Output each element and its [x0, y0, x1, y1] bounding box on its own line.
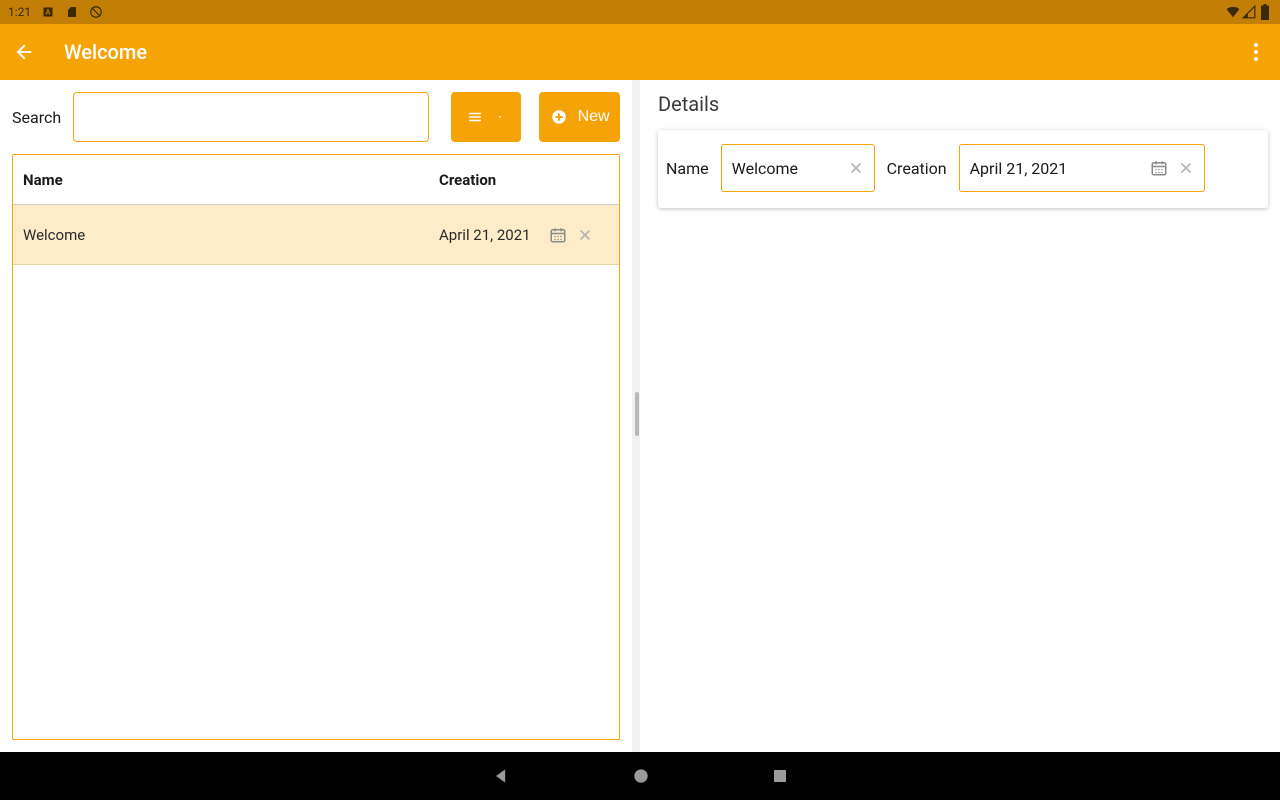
overflow-dot-icon	[1254, 57, 1258, 61]
pane-divider[interactable]	[632, 80, 640, 752]
column-header-name[interactable]: Name	[13, 171, 439, 189]
details-title: Details	[658, 92, 1268, 116]
search-row: Search New	[12, 92, 620, 142]
table-row[interactable]: Welcome April 21, 2021	[13, 205, 619, 265]
nav-recent-button[interactable]	[771, 767, 789, 785]
search-input[interactable]	[73, 92, 429, 142]
search-label: Search	[12, 108, 61, 127]
new-button[interactable]: New	[539, 92, 620, 142]
overflow-dot-icon	[1254, 43, 1258, 47]
creation-field-value: April 21, 2021	[970, 159, 1140, 178]
status-bar-left: 1:21 A	[8, 5, 103, 19]
list-pane: Search New Name Creation Welcome April 2…	[0, 80, 632, 752]
clear-name-icon[interactable]	[848, 160, 864, 176]
square-recent-icon	[771, 767, 789, 785]
page-title: Welcome	[64, 40, 147, 64]
no-sync-icon	[89, 5, 103, 19]
triangle-back-icon	[491, 766, 511, 786]
plus-circle-icon	[550, 108, 568, 126]
app-icon: A	[41, 5, 55, 19]
wifi-icon	[1226, 5, 1240, 19]
arrow-back-icon	[13, 41, 35, 63]
overflow-dot-icon	[1254, 50, 1258, 54]
close-icon[interactable]	[577, 227, 593, 243]
status-time: 1:21	[8, 5, 31, 19]
app-bar: Welcome	[0, 24, 1280, 80]
content-area: Search New Name Creation Welcome April 2…	[0, 80, 1280, 752]
nav-home-button[interactable]	[631, 766, 651, 786]
status-bar-right	[1226, 5, 1272, 19]
chevron-down-icon	[494, 113, 506, 121]
clear-creation-icon[interactable]	[1178, 160, 1194, 176]
creation-field[interactable]: April 21, 2021	[959, 144, 1205, 192]
status-bar: 1:21 A	[0, 0, 1280, 24]
app-bar-left: Welcome	[12, 40, 147, 64]
list-icon	[466, 110, 484, 124]
nav-back-button[interactable]	[491, 766, 511, 786]
details-card: Name Welcome Creation April 21, 2021	[658, 130, 1268, 208]
name-field[interactable]: Welcome	[721, 144, 875, 192]
name-field-label: Name	[666, 159, 709, 178]
table-header: Name Creation	[13, 155, 619, 205]
column-header-creation[interactable]: Creation	[439, 171, 619, 189]
new-button-label: New	[578, 108, 610, 126]
items-table: Name Creation Welcome April 21, 2021	[12, 154, 620, 740]
circle-home-icon	[631, 766, 651, 786]
cell-name: Welcome	[13, 226, 439, 244]
cell-creation: April 21, 2021	[439, 226, 549, 244]
row-actions	[549, 226, 619, 244]
overflow-menu-button[interactable]	[1244, 40, 1268, 64]
signal-icon	[1242, 5, 1256, 19]
name-field-value: Welcome	[732, 159, 838, 178]
creation-field-label: Creation	[887, 159, 947, 178]
calendar-icon[interactable]	[549, 226, 567, 244]
details-pane: Details Name Welcome Creation April 21, …	[640, 80, 1280, 752]
system-nav-bar	[0, 752, 1280, 800]
calendar-icon[interactable]	[1150, 159, 1168, 177]
sd-card-icon	[65, 5, 79, 19]
back-button[interactable]	[12, 40, 36, 64]
svg-text:A: A	[46, 9, 51, 17]
filter-button[interactable]	[451, 92, 521, 142]
battery-icon	[1258, 5, 1272, 19]
